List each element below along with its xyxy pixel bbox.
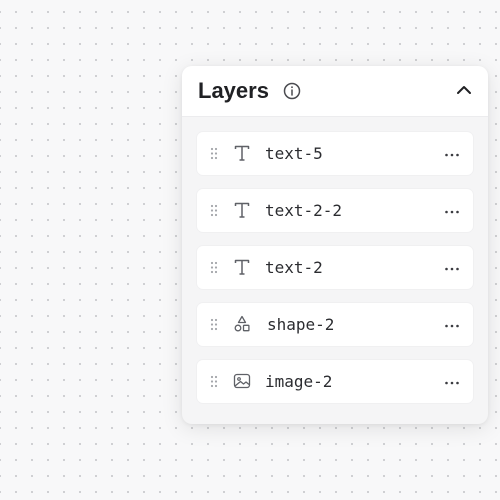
- text-type-icon: [233, 258, 251, 276]
- layer-name: image-2: [265, 372, 333, 391]
- layer-name: text-5: [265, 144, 323, 163]
- info-icon[interactable]: [282, 81, 302, 101]
- more-options-button[interactable]: [443, 203, 461, 217]
- drag-handle-icon[interactable]: [210, 261, 218, 274]
- more-options-button[interactable]: [443, 374, 461, 388]
- drag-handle-icon[interactable]: [210, 318, 218, 331]
- layer-name: shape-2: [267, 315, 335, 334]
- more-horizontal-icon: [444, 258, 460, 276]
- layer-row-shape-2[interactable]: shape-2: [197, 303, 473, 346]
- more-horizontal-icon: [444, 144, 460, 162]
- more-horizontal-icon: [444, 201, 460, 219]
- layer-row-text-2-2[interactable]: text-2-2: [197, 189, 473, 232]
- more-options-button[interactable]: [443, 146, 461, 160]
- chevron-up-icon: [456, 82, 472, 100]
- layers-list: text-5 text-2-2 text-2 shape-2 image-2: [197, 132, 473, 417]
- layers-panel: Layers text-5 text-2-2 text-2 shape-2 im…: [182, 66, 488, 424]
- text-type-icon: [233, 201, 251, 219]
- text-type-icon: [233, 144, 251, 162]
- more-horizontal-icon: [444, 315, 460, 333]
- collapse-button[interactable]: [452, 80, 476, 102]
- layers-panel-header: Layers: [182, 66, 488, 117]
- image-icon: [233, 372, 251, 390]
- drag-handle-icon[interactable]: [210, 147, 218, 160]
- layer-row-text-2[interactable]: text-2: [197, 246, 473, 289]
- drag-handle-icon[interactable]: [210, 204, 218, 217]
- panel-title: Layers: [198, 78, 269, 103]
- layer-name: text-2: [265, 258, 323, 277]
- layer-name: text-2-2: [265, 201, 343, 220]
- layer-row-text-5[interactable]: text-5: [197, 132, 473, 175]
- layer-row-image-2[interactable]: image-2: [197, 360, 473, 403]
- more-options-button[interactable]: [443, 317, 461, 331]
- more-horizontal-icon: [444, 372, 460, 390]
- drag-handle-icon[interactable]: [210, 375, 218, 388]
- more-options-button[interactable]: [443, 260, 461, 274]
- shapes-icon: [233, 315, 251, 333]
